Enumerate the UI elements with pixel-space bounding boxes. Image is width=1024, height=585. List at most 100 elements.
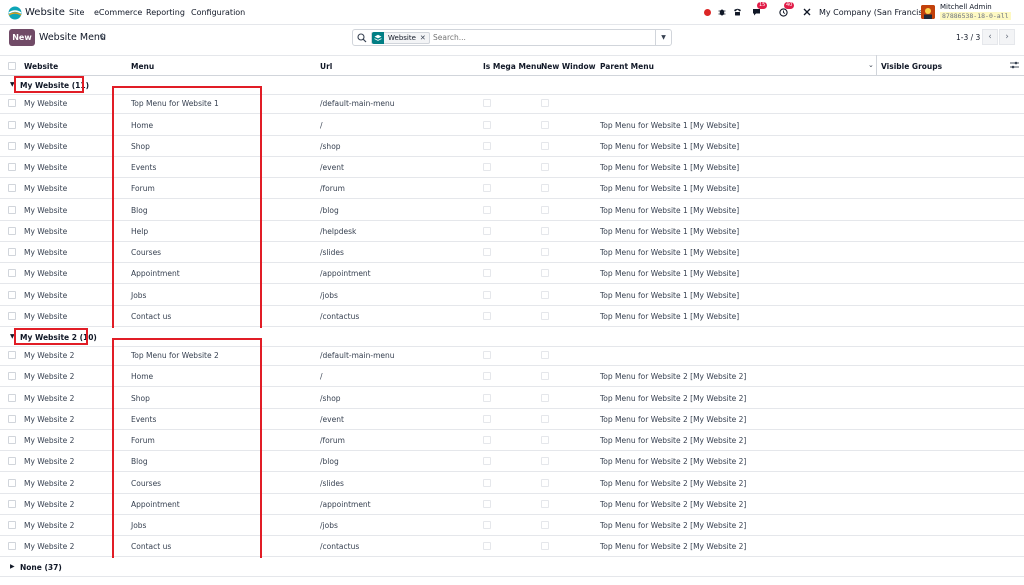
column-new-window[interactable]: New Window <box>541 62 596 71</box>
row-checkbox[interactable] <box>8 227 16 235</box>
column-url[interactable]: Url <box>320 62 332 71</box>
table-row[interactable]: My Website Shop/shop Top Menu for Website … <box>0 136 1024 157</box>
is-mega-menu-checkbox <box>483 312 491 320</box>
tools-icon[interactable] <box>801 5 813 19</box>
table-row[interactable]: My Website 2 Courses/slides Top Menu for W… <box>0 473 1024 494</box>
user-name[interactable]: Mitchell Admin <box>940 3 992 11</box>
row-checkbox[interactable] <box>8 206 16 214</box>
cell-website: My Website <box>24 269 68 278</box>
row-checkbox[interactable] <box>8 457 16 465</box>
caret-down-icon[interactable]: ▼ <box>10 333 15 340</box>
row-checkbox[interactable] <box>8 372 16 380</box>
cell-website: My Website 2 <box>24 542 75 551</box>
row-checkbox[interactable] <box>8 436 16 444</box>
optional-columns-icon[interactable] <box>1010 61 1019 69</box>
table-row[interactable]: My Website 2 Events/event Top Menu for Web… <box>0 409 1024 430</box>
menu-configuration[interactable]: Configuration <box>191 8 245 17</box>
cell-url: /event <box>320 415 344 424</box>
column-resize-handle[interactable] <box>876 55 877 76</box>
column-visible-groups[interactable]: Visible Groups <box>881 62 942 71</box>
menu-ecommerce[interactable]: eCommerce <box>94 8 142 17</box>
is-mega-menu-checkbox <box>483 351 491 359</box>
search-icon[interactable] <box>357 33 367 43</box>
website-app-icon[interactable] <box>8 6 22 20</box>
row-checkbox[interactable] <box>8 500 16 508</box>
table-row[interactable]: My Website Top Menu for Website 1/default… <box>0 93 1024 114</box>
recording-indicator[interactable] <box>702 5 712 19</box>
table-row[interactable]: My Website 2 Blog/blog Top Menu for Websit… <box>0 451 1024 472</box>
column-menu[interactable]: Menu <box>131 62 154 71</box>
table-row[interactable]: My Website Courses/slides Top Menu for Web… <box>0 242 1024 263</box>
row-checkbox[interactable] <box>8 479 16 487</box>
company-switcher[interactable]: My Company (San Francisco) <box>819 8 935 17</box>
row-checkbox[interactable] <box>8 121 16 129</box>
row-checkbox[interactable] <box>8 521 16 529</box>
table-row[interactable]: My Website Contact us/contactus Top Menu f… <box>0 306 1024 327</box>
pager-value[interactable]: 1-3 / 3 <box>956 33 980 42</box>
close-icon[interactable]: ✕ <box>420 34 429 42</box>
cell-menu: Events <box>131 163 157 172</box>
row-checkbox[interactable] <box>8 163 16 171</box>
table-row[interactable]: My Website 2 Top Menu for Website 2/defau… <box>0 345 1024 366</box>
chevron-down-icon[interactable]: ▼ <box>655 30 671 45</box>
new-window-checkbox <box>541 500 549 508</box>
column-website[interactable]: Website <box>24 62 58 71</box>
is-mega-menu-checkbox <box>483 121 491 129</box>
column-parent-menu[interactable]: Parent Menu <box>600 62 654 71</box>
table-row[interactable]: My Website 2 Home / Top Menu for Website 2 … <box>0 366 1024 387</box>
table-row[interactable]: My Website Blog/blog Top Menu for Website … <box>0 200 1024 221</box>
table-row[interactable]: My Website 2 Contact us/contactus Top Menu… <box>0 536 1024 557</box>
cell-url: / <box>320 121 323 130</box>
row-checkbox[interactable] <box>8 394 16 402</box>
chevron-down-icon[interactable]: ⌄ <box>868 61 874 69</box>
row-checkbox[interactable] <box>8 415 16 423</box>
table-row[interactable]: My Website 2 Appointment/appointment Top M… <box>0 494 1024 515</box>
table-row[interactable]: My Website Help/helpdesk Top Menu for Webs… <box>0 221 1024 242</box>
table-row[interactable]: My Website 2 Shop/shop Top Menu for Websit… <box>0 388 1024 409</box>
menu-site[interactable]: Site <box>69 8 84 17</box>
user-avatar[interactable] <box>921 5 935 19</box>
caret-right-icon[interactable]: ▶ <box>10 563 15 570</box>
group-by-facet[interactable]: Website ✕ <box>371 32 430 44</box>
row-checkbox[interactable] <box>8 291 16 299</box>
gear-icon[interactable]: ⚙ <box>99 32 106 41</box>
row-checkbox[interactable] <box>8 142 16 150</box>
new-window-checkbox <box>541 248 549 256</box>
new-button[interactable]: New <box>9 29 35 46</box>
search-input[interactable] <box>433 33 653 42</box>
table-row[interactable]: My Website Forum/forum Top Menu for Websit… <box>0 178 1024 199</box>
cell-url: /event <box>320 163 344 172</box>
row-checkbox[interactable] <box>8 269 16 277</box>
activity-clock-icon[interactable]: 40 <box>776 2 795 19</box>
row-checkbox[interactable] <box>8 312 16 320</box>
caret-down-icon[interactable]: ▼ <box>10 81 15 88</box>
table-row[interactable]: My Website Events/event Top Menu for Websi… <box>0 157 1024 178</box>
cell-url: /forum <box>320 436 345 445</box>
search-bar[interactable]: Website ✕ ▼ <box>352 29 672 46</box>
cell-parent-menu: Top Menu for Website 1 [My Website] <box>600 269 740 278</box>
row-checkbox[interactable] <box>8 248 16 256</box>
group-row[interactable]: ▶ None (37) <box>0 558 1024 577</box>
app-name[interactable]: Website <box>25 7 65 18</box>
cell-menu: Appointment <box>131 500 180 509</box>
cell-website: My Website 2 <box>24 351 75 360</box>
table-row[interactable]: My Website Appointment/appointment Top Men… <box>0 263 1024 284</box>
row-checkbox[interactable] <box>8 542 16 550</box>
row-checkbox[interactable] <box>8 351 16 359</box>
cell-parent-menu: Top Menu for Website 2 [My Website 2] <box>600 542 747 551</box>
table-row[interactable]: My Website Jobs/jobs Top Menu for Website … <box>0 285 1024 306</box>
table-row[interactable]: My Website Home / Top Menu for Website 1 [M… <box>0 115 1024 136</box>
column-is-mega-menu[interactable]: Is Mega Menu <box>483 62 542 71</box>
row-checkbox[interactable] <box>8 99 16 107</box>
select-all-checkbox[interactable] <box>8 62 16 70</box>
phone-icon[interactable] <box>731 5 743 19</box>
pager-previous-button[interactable]: ‹ <box>982 29 998 45</box>
menu-reporting[interactable]: Reporting <box>146 8 185 17</box>
bug-icon[interactable] <box>716 5 728 19</box>
row-checkbox[interactable] <box>8 184 16 192</box>
table-row[interactable]: My Website 2 Forum/forum Top Menu for Webs… <box>0 430 1024 451</box>
is-mega-menu-checkbox <box>483 227 491 235</box>
messages-icon[interactable]: 15 <box>749 2 768 19</box>
table-row[interactable]: My Website 2 Jobs/jobs Top Menu for Websit… <box>0 515 1024 536</box>
pager-next-button[interactable]: › <box>999 29 1015 45</box>
